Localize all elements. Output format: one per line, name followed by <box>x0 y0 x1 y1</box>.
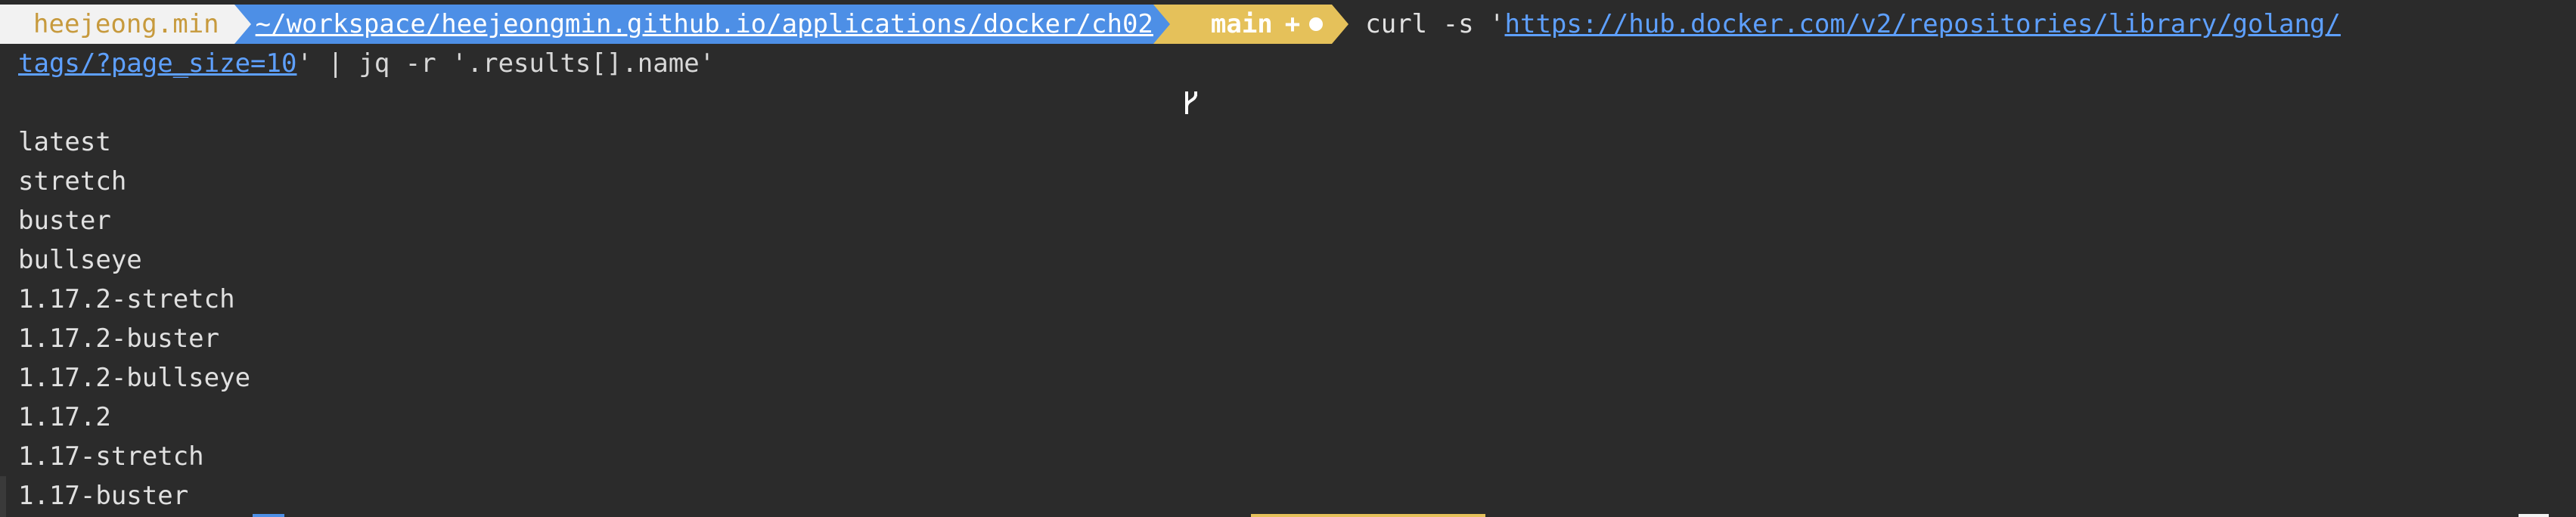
git-staged-indicator: + <box>1284 9 1301 39</box>
prompt-separator-arrow <box>234 5 251 44</box>
dirty-dot-icon <box>1309 17 1324 31</box>
output-line: 1.17-buster <box>18 481 189 511</box>
output-line: latest <box>18 127 111 157</box>
command-continuation: tags/?page_size=10' | jq -r '.results[].… <box>18 44 715 83</box>
command-url-link-continued[interactable]: tags/?page_size=10 <box>18 48 296 79</box>
command-prefix: curl -s ' <box>1365 9 1505 39</box>
git-branch-icon <box>1181 11 1200 114</box>
output-line: 1.17.2 <box>18 402 111 432</box>
output-line: 1.17.2-stretch <box>18 284 235 314</box>
output-line: 1.17.2-bullseye <box>18 363 251 393</box>
output-line: bullseye <box>18 245 142 275</box>
output-line: 1.17.2-buster <box>18 324 220 354</box>
prompt-git-segment-ghost <box>1251 514 1485 517</box>
output-line: stretch <box>18 166 127 197</box>
command-output: latest stretch buster bullseye 1.17.2-st… <box>18 122 250 515</box>
prompt-path-segment-ghost <box>253 514 284 517</box>
git-branch-name: main <box>1210 9 1273 39</box>
prompt-user-segment: heejeong.min <box>0 5 234 44</box>
prompt-path-segment[interactable]: ~/workspace/heejeongmin.github.io/applic… <box>250 5 1153 44</box>
command-text: curl -s 'https://hub.docker.com/v2/repos… <box>1349 9 2341 39</box>
command-url-link[interactable]: https://hub.docker.com/v2/repositories/l… <box>1505 9 2341 39</box>
prompt-git-segment: main + <box>1169 5 1333 114</box>
scrollbar-edge[interactable] <box>0 476 6 517</box>
prompt-separator-arrow <box>1332 5 1349 44</box>
command-suffix: ' | jq -r '.results[].name' <box>296 48 715 79</box>
prompt-right-segment-ghost <box>2519 514 2549 517</box>
shell-prompt: heejeong.min ~/workspace/heejeongmin.git… <box>0 5 2341 114</box>
terminal-window[interactable]: heejeong.min ~/workspace/heejeongmin.git… <box>0 0 2576 517</box>
output-line: 1.17-stretch <box>18 441 204 472</box>
prompt-separator-arrow <box>1153 5 1170 44</box>
output-line: buster <box>18 206 111 236</box>
